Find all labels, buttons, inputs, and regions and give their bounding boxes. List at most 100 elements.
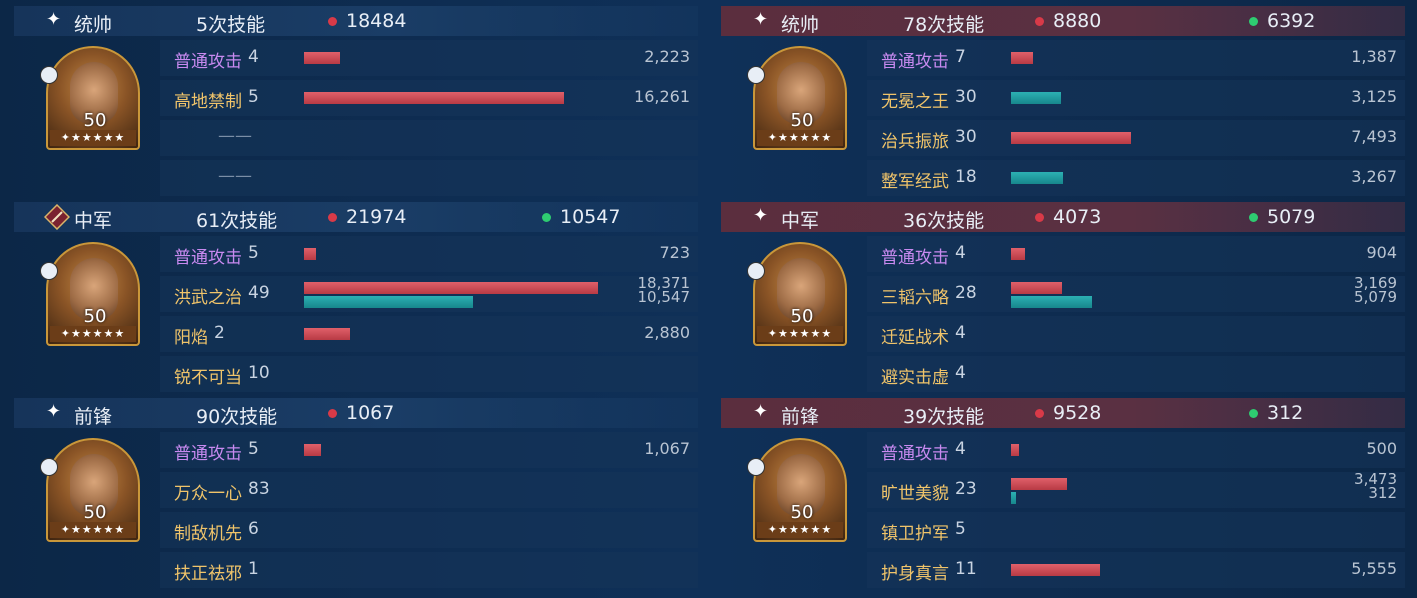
- skill-row: 整军经武 18 3,267: [867, 160, 1405, 196]
- faction-badge-icon: [40, 262, 58, 280]
- skill-name[interactable]: 普通攻击: [881, 47, 949, 72]
- portrait-frame: 50 ✦★★★★★: [753, 242, 847, 346]
- skill-name[interactable]: 迁延战术: [881, 323, 949, 348]
- star-rating: ✦★★★★★: [757, 130, 843, 146]
- damage-bar: [1011, 478, 1067, 490]
- damage-bar: [1011, 52, 1034, 64]
- skill-count: 4: [248, 47, 259, 67]
- skill-name[interactable]: 普通攻击: [881, 243, 949, 268]
- skill-name[interactable]: 洪武之治: [174, 283, 242, 308]
- skill-name[interactable]: 治兵振旅: [881, 127, 949, 152]
- sparkle-icon: ✦: [753, 401, 769, 422]
- general-section: ✦ 前锋 39次技能 9528 312 50 ✦★★★★★ 普通攻击 4 500 旷世美貌 23 3,4…: [721, 392, 1405, 588]
- heal-dot-icon: [1249, 409, 1258, 418]
- general-portrait[interactable]: 50 ✦★★★★★: [40, 242, 140, 346]
- general-level: 50: [790, 502, 814, 523]
- skill-cast-count: 78次技能: [903, 14, 985, 36]
- skill-name[interactable]: 普通攻击: [174, 439, 242, 464]
- general-portrait[interactable]: 50 ✦★★★★★: [747, 242, 847, 346]
- skill-name[interactable]: 普通攻击: [174, 243, 242, 268]
- general-section: 中军 61次技能 21974 10547 50 ✦★★★★★ 普通攻击 5 723 洪武之治 49 1…: [14, 196, 698, 392]
- star-rating: ✦★★★★★: [50, 326, 136, 342]
- empty-slot: ——: [218, 166, 252, 186]
- skill-count: 28: [955, 283, 977, 303]
- heal-bar: [304, 296, 473, 308]
- general-section: ✦ 前锋 90次技能 1067 50 ✦★★★★★ 普通攻击 5 1,067 万众一心 83 制敌机先…: [14, 392, 698, 588]
- general-section: ✦ 统帅 78次技能 8880 6392 50 ✦★★★★★ 普通攻击 7 1,387 无冕之王 30…: [721, 0, 1405, 196]
- total-heal: 5079: [1267, 206, 1316, 228]
- skill-row: 无冕之王 30 3,125: [867, 80, 1405, 116]
- skill-name[interactable]: 普通攻击: [881, 439, 949, 464]
- skill-name[interactable]: 扶正祛邪: [174, 559, 242, 584]
- damage-bar: [304, 92, 565, 104]
- faction-badge-icon: [747, 458, 765, 476]
- skill-name[interactable]: 整军经武: [881, 167, 949, 192]
- damage-value: 16,261: [634, 87, 690, 106]
- damage-dot-icon: [1035, 213, 1044, 222]
- damage-bar: [304, 444, 322, 456]
- role-label: 中军: [74, 210, 113, 232]
- skill-row: 扶正祛邪 1: [160, 552, 698, 588]
- skill-name[interactable]: 无冕之王: [881, 87, 949, 112]
- damage-dot-icon: [328, 17, 337, 26]
- skill-count: 4: [955, 243, 966, 263]
- skill-name[interactable]: 旷世美貌: [881, 479, 949, 504]
- skill-row: ——: [160, 120, 698, 156]
- heal-bar: [1011, 296, 1093, 308]
- general-level: 50: [790, 110, 814, 131]
- general-section: ✦ 中军 36次技能 4073 5079 50 ✦★★★★★ 普通攻击 4 904 三韬六略 28 3,…: [721, 196, 1405, 392]
- section-header: ✦ 前锋 39次技能 9528 312: [721, 398, 1405, 428]
- skill-row: 迁延战术 4: [867, 316, 1405, 352]
- portrait-frame: 50 ✦★★★★★: [753, 46, 847, 150]
- empty-slot: ——: [218, 126, 252, 146]
- skill-name[interactable]: 制敌机先: [174, 519, 242, 544]
- skill-count: 23: [955, 479, 977, 499]
- skill-row: 制敌机先 6: [160, 512, 698, 548]
- general-level: 50: [83, 502, 107, 523]
- damage-value: 1,067: [644, 439, 690, 458]
- skill-name[interactable]: 高地禁制: [174, 87, 242, 112]
- skill-count: 5: [248, 87, 259, 107]
- skill-count: 18: [955, 167, 977, 187]
- skill-count: 4: [955, 439, 966, 459]
- heal-bar: [1011, 92, 1061, 104]
- portrait-frame: 50 ✦★★★★★: [753, 438, 847, 542]
- skill-row: 普通攻击 4 904: [867, 236, 1405, 272]
- sparkle-icon: ✦: [753, 9, 769, 30]
- skill-name[interactable]: 阳焰: [174, 323, 208, 348]
- skill-row: 万众一心 83: [160, 472, 698, 508]
- damage-bar: [1011, 444, 1019, 456]
- skill-row: 三韬六略 28 3,169 5,079: [867, 275, 1405, 312]
- skill-name[interactable]: 万众一心: [174, 479, 242, 504]
- skill-row: 普通攻击 4 500: [867, 432, 1405, 468]
- heal-value: 3,125: [1351, 87, 1397, 106]
- skill-count: 30: [955, 127, 977, 147]
- star-rating: ✦★★★★★: [757, 326, 843, 342]
- skill-count: 2: [214, 323, 225, 343]
- section-header: ✦ 统帅 78次技能 8880 6392: [721, 6, 1405, 36]
- skill-name[interactable]: 普通攻击: [174, 47, 242, 72]
- skill-count: 49: [248, 283, 270, 303]
- faction-badge-icon: [40, 458, 58, 476]
- general-portrait[interactable]: 50 ✦★★★★★: [747, 46, 847, 150]
- skill-name[interactable]: 锐不可当: [174, 363, 242, 388]
- damage-dot-icon: [328, 409, 337, 418]
- damage-bar: [304, 282, 598, 294]
- heal-bar: [1011, 492, 1016, 504]
- general-portrait[interactable]: 50 ✦★★★★★: [40, 438, 140, 542]
- total-damage: 18484: [346, 10, 407, 32]
- damage-bar: [304, 52, 340, 64]
- role-label: 统帅: [781, 14, 820, 36]
- skill-name[interactable]: 镇卫护军: [881, 519, 949, 544]
- skill-count: 5: [248, 439, 259, 459]
- skill-name[interactable]: 避实击虚: [881, 363, 949, 388]
- general-portrait[interactable]: 50 ✦★★★★★: [40, 46, 140, 150]
- skill-cast-count: 5次技能: [196, 14, 266, 36]
- skill-row: 洪武之治 49 18,371 10,547: [160, 275, 698, 312]
- damage-bar: [1011, 282, 1062, 294]
- skill-name[interactable]: 护身真言: [881, 559, 949, 584]
- skill-count: 7: [955, 47, 966, 67]
- skill-count: 83: [248, 479, 270, 499]
- general-portrait[interactable]: 50 ✦★★★★★: [747, 438, 847, 542]
- skill-name[interactable]: 三韬六略: [881, 283, 949, 308]
